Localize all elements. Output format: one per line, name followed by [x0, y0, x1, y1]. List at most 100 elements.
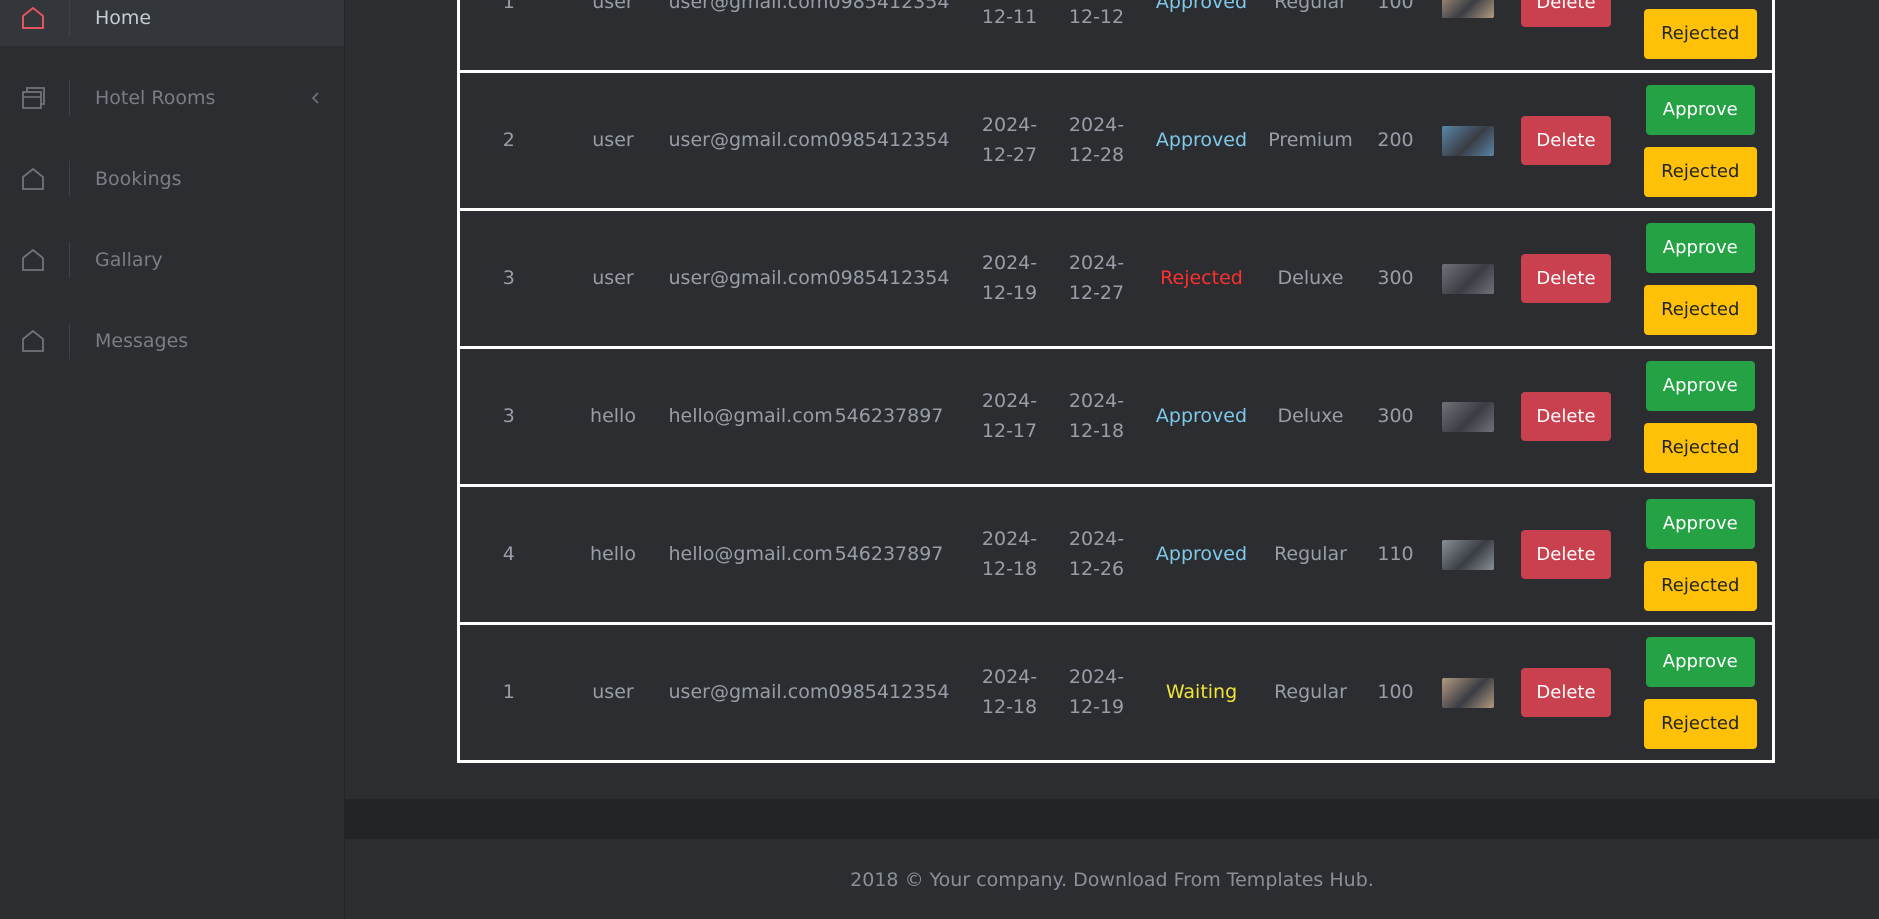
sidebar-item-gallary[interactable]: Gallary: [0, 232, 344, 288]
price-cell: 110: [1359, 484, 1432, 625]
room-type-cell: Regular: [1261, 484, 1360, 625]
reject-button[interactable]: Rejected: [1643, 698, 1757, 749]
approve-button[interactable]: Approve: [1645, 222, 1755, 273]
booking-id-cell-text: 3: [502, 266, 515, 289]
sidebar-item-messages[interactable]: Messages: [0, 313, 344, 369]
status-cell: Waiting: [1141, 622, 1262, 763]
status-cell-text: Approved: [1155, 542, 1248, 565]
reject-button[interactable]: Rejected: [1643, 8, 1757, 59]
room-thumbnail: [1441, 677, 1494, 708]
user-cell: user: [557, 0, 669, 73]
email-cell-text: user@gmail.com: [668, 0, 829, 13]
bookings-table-container: 1useruser@gmail.com09854123542024-12-112…: [457, 0, 1775, 763]
phone-cell: 0985412354: [810, 208, 968, 349]
room-type-cell-text: Deluxe: [1277, 404, 1344, 427]
booking-id-cell: 1: [457, 622, 558, 763]
user-cell: user: [557, 622, 669, 763]
sidebar-separator: [69, 80, 70, 116]
room-thumbnail: [1441, 401, 1494, 432]
checkin-cell: 2024- 12-19: [967, 208, 1052, 349]
booking-id-cell-text: 1: [502, 0, 515, 13]
email-cell: user@gmail.com: [668, 208, 828, 349]
checkout-date: 2024- 12-19: [1068, 666, 1125, 718]
booking-id-cell-text: 3: [502, 404, 515, 427]
footer-text: 2018 © Your company. Download From Templ…: [850, 869, 1374, 891]
status-cell-text: Approved: [1155, 0, 1248, 13]
delete-cell: Delete: [1503, 484, 1629, 625]
approve-button[interactable]: Approve: [1645, 84, 1755, 135]
checkout-cell: 2024-12-12: [1051, 0, 1142, 73]
user-cell-text: user: [592, 0, 634, 13]
approve-button[interactable]: Approve: [1645, 498, 1755, 549]
table-row: 3 hello hello@gmail.com 546237897 2024- 12-17…: [457, 346, 1775, 487]
actions-cell: Approve Rejected: [1628, 208, 1775, 349]
room-thumbnail: [1441, 0, 1494, 18]
booking-id-cell: 1: [457, 0, 558, 73]
sidebar-separator: [69, 242, 70, 278]
price-cell-text: 300: [1377, 404, 1414, 427]
approve-button[interactable]: Approve: [1645, 636, 1755, 687]
actions-cell: Approve Rejected: [1628, 622, 1775, 763]
home-icon: [22, 329, 44, 352]
delete-button[interactable]: Delete: [1521, 530, 1611, 579]
user-cell-text: hello: [590, 542, 636, 565]
sidebar-item-hotel-rooms[interactable]: Hotel Rooms: [0, 70, 344, 126]
price-cell-text: 200: [1377, 128, 1414, 151]
room-thumbnail: [1441, 263, 1494, 294]
email-cell-text: user@gmail.com: [668, 128, 829, 151]
email-cell: user@gmail.com: [668, 622, 828, 763]
approve-button[interactable]: Approve: [1645, 360, 1755, 411]
room-image-cell: [1431, 70, 1504, 211]
price-cell: 300: [1359, 346, 1432, 487]
delete-button[interactable]: Delete: [1521, 668, 1611, 717]
status-cell: Approved: [1141, 70, 1262, 211]
checkin-date: 2024- 12-18: [981, 528, 1038, 580]
delete-button[interactable]: Delete: [1521, 0, 1611, 27]
room-type-cell-text: Regular: [1274, 542, 1347, 565]
checkin-cell: 2024-12-11: [967, 0, 1052, 73]
sidebar-item-label: Gallary: [95, 249, 163, 271]
delete-cell: Delete: [1503, 346, 1629, 487]
email-cell-text: user@gmail.com: [668, 266, 829, 289]
phone-cell: 0985412354: [810, 70, 968, 211]
phone-cell-text: 0985412354: [828, 680, 950, 703]
delete-button[interactable]: Delete: [1521, 392, 1611, 441]
chevron-left-icon[interactable]: [310, 91, 322, 105]
table-body: 1useruser@gmail.com09854123542024-12-112…: [457, 0, 1775, 763]
phone-cell-text: 0985412354: [828, 128, 950, 151]
email-cell-text: hello@gmail.com: [668, 404, 833, 427]
reject-button[interactable]: Rejected: [1643, 422, 1757, 473]
phone-cell: 0985412354: [810, 0, 968, 73]
user-cell-text: user: [592, 680, 634, 703]
sidebar-item-label: Messages: [95, 330, 189, 352]
phone-cell-text: 0985412354: [828, 0, 950, 13]
phone-cell: 0985412354: [810, 622, 968, 763]
checkout-date: 2024-12-12: [1068, 5, 1125, 28]
main-content: 1useruser@gmail.com09854123542024-12-112…: [345, 0, 1879, 919]
room-type-cell: Deluxe: [1261, 346, 1360, 487]
room-image-cell: [1431, 0, 1504, 73]
status-cell-text: Rejected: [1160, 266, 1243, 289]
booking-id-cell: 3: [457, 208, 558, 349]
sidebar-item-home[interactable]: Home: [0, 0, 344, 46]
actions-cell: Approve Rejected: [1628, 70, 1775, 211]
sidebar-item-label: Home: [95, 7, 152, 29]
user-cell: user: [557, 70, 669, 211]
checkout-date: 2024- 12-27: [1068, 252, 1125, 304]
user-cell: hello: [557, 346, 669, 487]
status-cell-text: Approved: [1155, 404, 1248, 427]
price-cell-text: 110: [1377, 542, 1414, 565]
booking-id-cell-text: 4: [502, 542, 515, 565]
delete-button[interactable]: Delete: [1521, 254, 1611, 303]
price-cell-text: 100: [1377, 680, 1414, 703]
actions-cell: Approve Rejected: [1628, 346, 1775, 487]
delete-button[interactable]: Delete: [1521, 116, 1611, 165]
checkin-date: 2024- 12-19: [981, 252, 1038, 304]
reject-button[interactable]: Rejected: [1643, 284, 1757, 335]
status-cell-text: Waiting: [1165, 680, 1238, 703]
checkin-cell: 2024- 12-27: [967, 70, 1052, 211]
email-cell: hello@gmail.com: [668, 346, 833, 487]
sidebar-item-bookings[interactable]: Bookings: [0, 151, 344, 207]
reject-button[interactable]: Rejected: [1643, 560, 1757, 611]
reject-button[interactable]: Rejected: [1643, 146, 1757, 197]
